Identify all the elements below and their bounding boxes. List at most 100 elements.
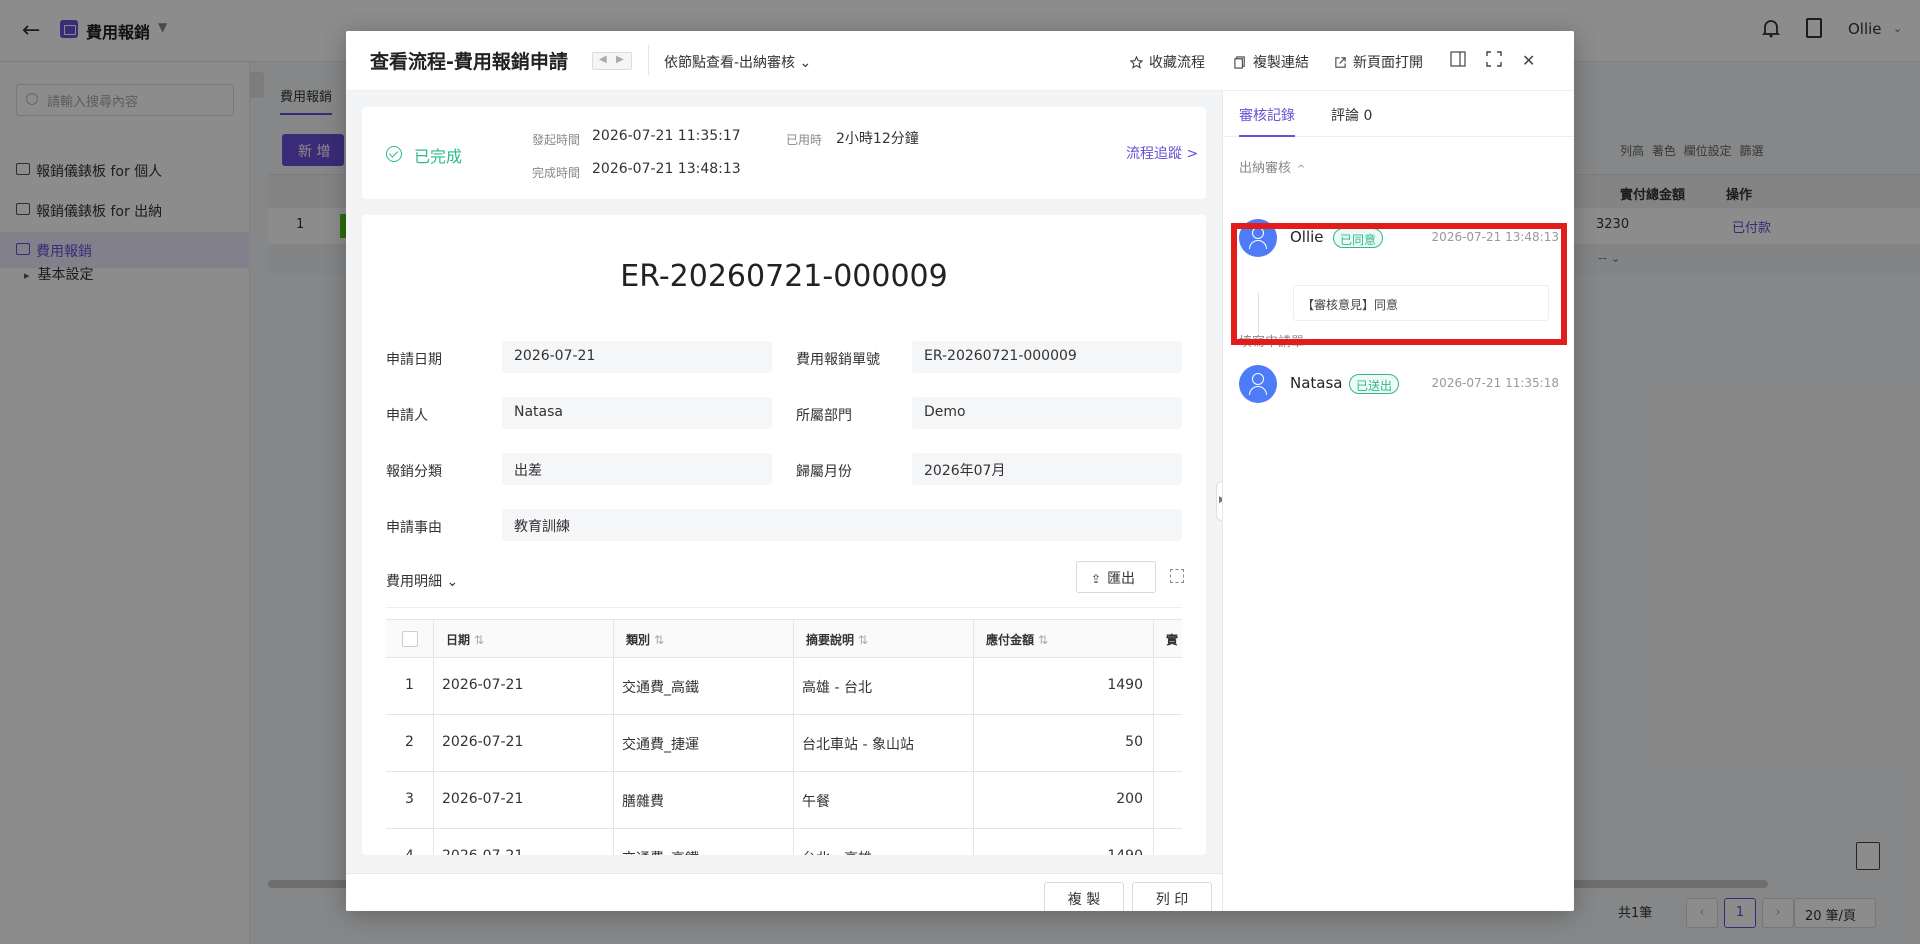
export-button[interactable]: ⇪ 匯出 <box>1076 561 1156 593</box>
cell-date: 2026-07-21 <box>434 772 614 829</box>
sort-icon[interactable]: ⇅ <box>654 633 664 647</box>
favorite-label: 收藏流程 <box>1149 55 1205 71</box>
cell-desc: 台北車站 - 象山站 <box>794 715 974 772</box>
upload-icon: ⇪ <box>1091 572 1102 586</box>
next-icon[interactable]: ▶ <box>616 54 624 65</box>
form-card: ER-20260721-000009 申請日期 2026-07-21 費用報銷單… <box>362 215 1206 855</box>
panel-icon[interactable] <box>1450 51 1466 67</box>
header-label: 摘要說明 <box>806 633 855 647</box>
status-card: 已完成 發起時間 2026-07-21 11:35:17 已用時 2小時12分鐘… <box>362 107 1206 199</box>
column-header-type[interactable]: 類別 ⇅ <box>614 620 794 658</box>
favorite-button[interactable]: 收藏流程 <box>1130 52 1205 72</box>
group-label: 出納審核 <box>1239 161 1292 176</box>
finish-time: 2026-07-21 13:48:13 <box>592 161 741 177</box>
star-icon <box>1130 56 1143 69</box>
group-cashier-review[interactable]: 出納審核 ^ <box>1239 157 1305 176</box>
copy-link-label: 複製連結 <box>1253 55 1309 71</box>
column-header-desc[interactable]: 摘要說明 ⇅ <box>794 620 974 658</box>
copy-icon <box>1234 56 1245 69</box>
chevron-up-icon: ^ <box>1310 338 1319 349</box>
field-label: 費用報銷單號 <box>796 352 880 368</box>
cell-type: 交通費_高鐵 <box>614 829 794 855</box>
category-field: 出差 <box>502 453 772 485</box>
group-label: 填寫申請單 <box>1239 335 1305 350</box>
export-label: 匯出 <box>1107 571 1136 587</box>
cell-paid <box>1154 715 1182 772</box>
status-text: 已完成 <box>414 147 463 166</box>
process-track-link[interactable]: 流程追蹤 > <box>1126 143 1198 163</box>
cell-paid <box>1154 829 1182 855</box>
record-nav[interactable]: ◀ ▶ <box>592 52 632 70</box>
header-label: 類別 <box>626 633 651 647</box>
row-number: 3 <box>386 772 434 829</box>
elapsed-time: 2小時12分鐘 <box>836 131 919 147</box>
copy-link-button[interactable]: 複製連結 <box>1234 52 1309 72</box>
cell-amount: 50 <box>974 715 1154 772</box>
finish-time-label: 完成時間 <box>532 166 581 180</box>
column-header-paid[interactable]: 實 <box>1154 620 1182 658</box>
tab-approval-records[interactable]: 審核記錄 <box>1239 105 1295 137</box>
cell-date: 2026-07-21 <box>434 715 614 772</box>
cell-desc: 午餐 <box>794 772 974 829</box>
modal-header: 查看流程-費用報銷申請 ◀ ▶ 依節點查看-出納審核 ⌄ 收藏流程 複製連結 新… <box>346 31 1574 91</box>
sort-icon[interactable]: ⇅ <box>1038 633 1048 647</box>
submit-time: 2026-07-21 11:35:18 <box>1431 376 1559 390</box>
process-modal: 查看流程-費用報銷申請 ◀ ▶ 依節點查看-出納審核 ⌄ 收藏流程 複製連結 新… <box>346 31 1574 911</box>
cell-amount: 1490 <box>974 829 1154 855</box>
cell-desc: 高雄 - 台北 <box>794 658 974 715</box>
copy-button[interactable]: 複 製 <box>1044 882 1124 911</box>
approval-comment: 【審核意見】同意 <box>1293 285 1549 321</box>
document-number-title: ER-20260721-000009 <box>620 259 948 294</box>
approval-time: 2026-07-21 13:48:13 <box>1431 230 1559 244</box>
select-all-header <box>386 620 434 658</box>
prev-icon[interactable]: ◀ <box>599 54 607 65</box>
avatar <box>1239 219 1277 257</box>
cell-amount: 200 <box>974 772 1154 829</box>
month-field: 2026年07月 <box>912 453 1182 485</box>
row-number: 4 <box>386 829 434 855</box>
cell-paid <box>1154 772 1182 829</box>
department-field: Demo <box>912 397 1182 429</box>
print-button[interactable]: 列 印 <box>1132 882 1212 911</box>
check-circle-icon <box>386 146 402 162</box>
expense-table: 日期 ⇅ 類別 ⇅ 摘要說明 ⇅ 應付金額 ⇅ 實 1 2026-07-21 交通費_高… <box>386 619 1182 855</box>
applicant-field: Natasa <box>502 397 772 429</box>
sort-icon[interactable]: ⇅ <box>474 633 484 647</box>
field-label: 歸屬月份 <box>796 464 852 480</box>
modal-title: 查看流程-費用報銷申請 <box>370 51 568 73</box>
select-all-checkbox[interactable] <box>402 631 418 647</box>
start-time: 2026-07-21 11:35:17 <box>592 128 741 144</box>
group-fill-application[interactable]: 填寫申請單 ^ <box>1239 331 1318 350</box>
cell-amount: 1490 <box>974 658 1154 715</box>
approver-name: Ollie <box>1290 228 1324 246</box>
field-label: 申請日期 <box>386 352 442 368</box>
form-panel: 已完成 發起時間 2026-07-21 11:35:17 已用時 2小時12分鐘… <box>346 91 1222 911</box>
expense-detail-toggle[interactable]: 費用明細 ⌄ <box>386 571 458 591</box>
cell-desc: 台北 - 高雄 <box>794 829 974 855</box>
chevron-up-icon: ^ <box>1297 164 1306 175</box>
approval-tabs: 審核記錄 評論 0 <box>1223 91 1574 137</box>
header-label: 日期 <box>446 633 471 647</box>
tab-comments[interactable]: 評論 0 <box>1331 105 1372 125</box>
cell-date: 2026-07-21 <box>434 829 614 855</box>
approval-entry: Natasa 已送出 2026-07-21 11:35:18 <box>1239 365 1559 405</box>
external-link-icon <box>1335 57 1346 68</box>
fullscreen-icon[interactable] <box>1486 51 1502 67</box>
elapsed-label: 已用時 <box>786 133 823 147</box>
status-badge: 已同意 <box>1333 228 1384 248</box>
cell-date: 2026-07-21 <box>434 658 614 715</box>
cell-paid <box>1154 658 1182 715</box>
row-number: 1 <box>386 658 434 715</box>
field-label: 申請事由 <box>386 520 442 536</box>
avatar <box>1239 365 1277 403</box>
expand-icon[interactable] <box>1170 569 1184 583</box>
divider <box>648 45 649 75</box>
approval-panel: 審核記錄 評論 0 出納審核 ^ Ollie 已同意 2026-07-21 13:… <box>1222 91 1574 911</box>
open-new-page-button[interactable]: 新頁面打開 <box>1334 52 1423 72</box>
node-view-select[interactable]: 依節點查看-出納審核 ⌄ <box>664 52 811 72</box>
header-label: 實 <box>1166 633 1179 647</box>
column-header-date[interactable]: 日期 ⇅ <box>434 620 614 658</box>
close-icon[interactable]: ✕ <box>1522 51 1535 70</box>
column-header-amount[interactable]: 應付金額 ⇅ <box>974 620 1154 658</box>
sort-icon[interactable]: ⇅ <box>858 633 868 647</box>
